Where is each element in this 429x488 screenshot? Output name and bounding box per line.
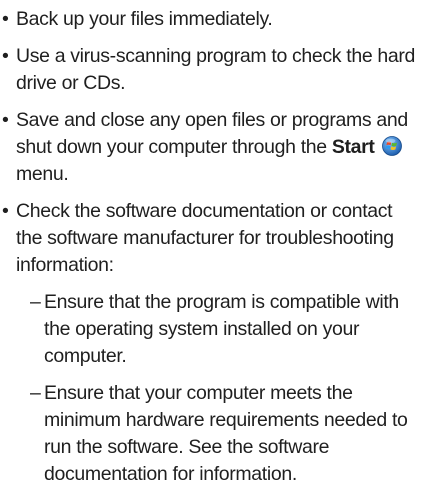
list-item-text: Back up your files immediately. bbox=[16, 8, 273, 30]
troubleshooting-list: • Back up your files immediately. • Use … bbox=[2, 6, 421, 488]
list-item-virus-scan: • Use a virus-scanning program to check … bbox=[2, 43, 421, 97]
sub-list: – Ensure that the program is compatible … bbox=[16, 289, 421, 488]
sub-list-item-compatibility: – Ensure that the program is compatible … bbox=[16, 289, 421, 370]
document-page: • Back up your files immediately. • Use … bbox=[0, 0, 429, 485]
dash: – bbox=[30, 291, 41, 313]
bullet: • bbox=[2, 45, 9, 67]
list-item-text: Use a virus-scanning program to check th… bbox=[16, 45, 416, 94]
bullet: • bbox=[2, 200, 9, 222]
list-item-check-docs: • Check the software documentation or co… bbox=[2, 198, 421, 488]
sub-list-item-requirements: – Ensure that your computer meets the mi… bbox=[16, 380, 421, 488]
bullet: • bbox=[2, 109, 9, 131]
list-item-text: menu. bbox=[16, 163, 69, 185]
dash: – bbox=[30, 382, 41, 404]
bullet: • bbox=[2, 8, 9, 30]
list-item-shut-down: • Save and close any open files or progr… bbox=[2, 107, 421, 188]
sub-list-item-text: Ensure that the program is compatible wi… bbox=[44, 291, 399, 367]
windows-start-orb-icon bbox=[381, 136, 402, 156]
list-item-text: Check the software documentation or cont… bbox=[16, 200, 394, 276]
start-label: Start bbox=[331, 136, 375, 158]
sub-list-item-text: Ensure that your computer meets the mini… bbox=[44, 382, 408, 485]
list-item-backup: • Back up your files immediately. bbox=[2, 6, 421, 33]
